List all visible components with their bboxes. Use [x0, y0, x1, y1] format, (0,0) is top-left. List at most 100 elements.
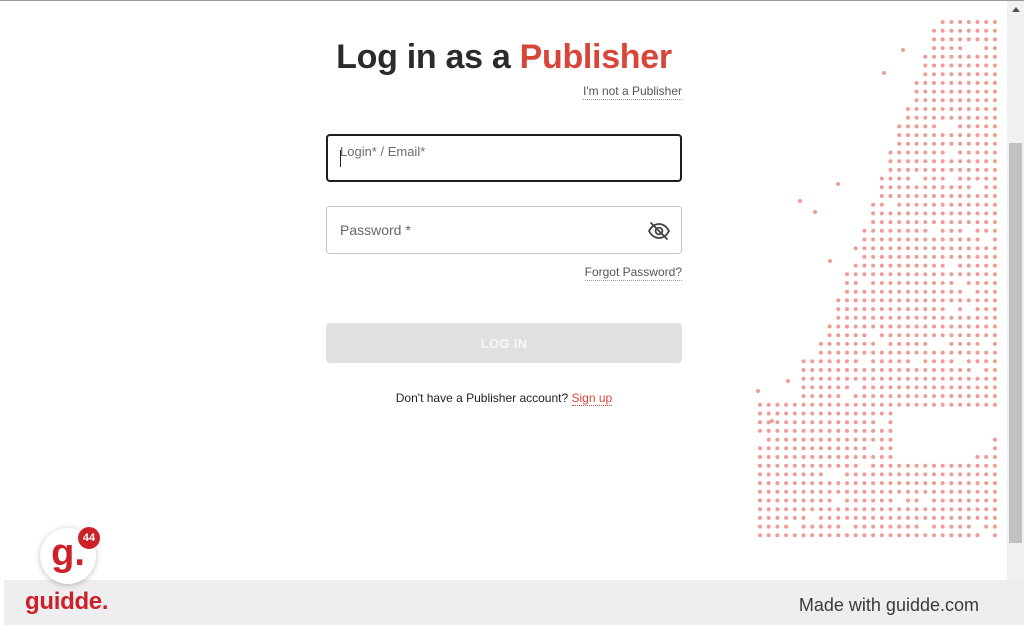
decor-dot: [871, 272, 876, 277]
decor-dot: [966, 20, 971, 24]
decor-dot: [914, 194, 919, 198]
decor-dot: [940, 515, 945, 520]
decor-dot: [879, 315, 884, 320]
decor-dot: [836, 463, 841, 468]
decor-dot: [914, 98, 919, 103]
decor-dot: [958, 298, 963, 303]
decor-dot: [966, 107, 971, 111]
decor-dot: [992, 315, 997, 320]
decor-dot: [949, 315, 954, 320]
decor-dot: [932, 307, 936, 312]
email-input[interactable]: [328, 136, 680, 180]
decor-dot: [932, 289, 936, 294]
decor-dot: [845, 437, 849, 442]
decor-dot: [818, 420, 823, 425]
decor-dot: [923, 472, 928, 477]
decor-dot: [914, 489, 919, 494]
decor-dot: [949, 254, 954, 259]
decor-dot: [879, 498, 884, 503]
decor-dot: [914, 167, 919, 172]
decor-dot: [932, 263, 936, 268]
decor-dot: [966, 315, 971, 320]
decor-dot: [784, 472, 789, 477]
forgot-password-link[interactable]: Forgot Password?: [584, 265, 682, 281]
decor-dot: [966, 463, 971, 468]
decor-dot: [879, 246, 884, 251]
decor-dot: [888, 446, 893, 451]
decor-dot: [758, 428, 762, 433]
decor-dot: [958, 533, 963, 538]
decor-dot: [914, 80, 919, 85]
decor-dot: [966, 115, 971, 120]
decor-dot: [871, 533, 876, 538]
decor-dot: [966, 141, 971, 146]
decor-dot: [923, 341, 928, 346]
signup-link[interactable]: Sign up: [571, 391, 613, 406]
decor-dot: [932, 333, 936, 338]
decor-dot: [932, 37, 936, 42]
decor-dot: [992, 472, 997, 477]
decor-dot: [966, 515, 971, 520]
decor-dot: [940, 385, 945, 390]
guidde-avatar[interactable]: g. 44: [40, 526, 101, 584]
decor-dot: [888, 315, 893, 320]
decor-dot: [958, 46, 963, 51]
decor-dot: [958, 107, 963, 111]
decor-dot: [966, 63, 971, 68]
decor-dot: [784, 515, 789, 520]
decor-dot: [862, 272, 867, 277]
decor-dot: [897, 524, 902, 529]
decor-dot: [932, 220, 936, 225]
decor-dot: [992, 481, 997, 486]
password-field[interactable]: Password *: [326, 206, 682, 254]
decor-dot: [992, 159, 997, 164]
decor-dot: [879, 263, 884, 268]
decor-dot: [879, 376, 884, 381]
decor-dot: [923, 202, 928, 207]
decor-dot: [786, 379, 790, 383]
decor-dot: [932, 202, 936, 207]
decor-dot: [940, 281, 945, 285]
decor-dot: [827, 437, 832, 442]
email-field[interactable]: Login* / Email*: [326, 134, 682, 182]
vertical-scrollbar[interactable]: [1007, 1, 1024, 580]
decor-dot: [958, 472, 963, 477]
decor-dot: [888, 263, 893, 268]
decor-dot: [888, 489, 893, 494]
decor-dot: [932, 254, 936, 259]
decor-dot: [766, 402, 771, 407]
decor-dot: [984, 507, 989, 512]
not-publisher-link[interactable]: I'm not a Publisher: [582, 84, 682, 100]
decor-dot: [966, 80, 971, 85]
decor-dot: [853, 489, 858, 494]
decor-dot: [853, 307, 858, 312]
decor-dot: [958, 246, 963, 251]
decor-dot: [897, 254, 902, 259]
decor-dot: [984, 307, 989, 312]
decor-dot: [775, 481, 780, 486]
decor-dot: [862, 298, 867, 303]
decor-dot: [966, 359, 971, 364]
decor-dot: [932, 533, 936, 538]
decor-dot: [949, 368, 954, 372]
decor-dot: [818, 368, 823, 372]
decor-dot: [853, 524, 858, 529]
decor-dot: [958, 150, 963, 155]
chevron-up-icon[interactable]: [1007, 1, 1024, 18]
decor-dot: [914, 481, 919, 486]
decor-dot: [845, 281, 849, 285]
decor-dot: [818, 498, 823, 503]
decor-dot: [992, 141, 997, 146]
decor-dot: [923, 133, 928, 138]
decor-dot: [992, 350, 997, 355]
decor-dot: [853, 428, 858, 433]
password-input[interactable]: [327, 207, 681, 253]
scrollbar-thumb[interactable]: [1009, 143, 1022, 543]
login-button[interactable]: LOG IN: [326, 323, 682, 363]
eye-off-icon[interactable]: [647, 219, 671, 243]
decor-dot: [975, 107, 980, 111]
decor-dot: [992, 246, 997, 251]
decor-dot: [914, 524, 919, 529]
decor-dot: [827, 515, 832, 520]
decor-dot: [949, 289, 954, 294]
